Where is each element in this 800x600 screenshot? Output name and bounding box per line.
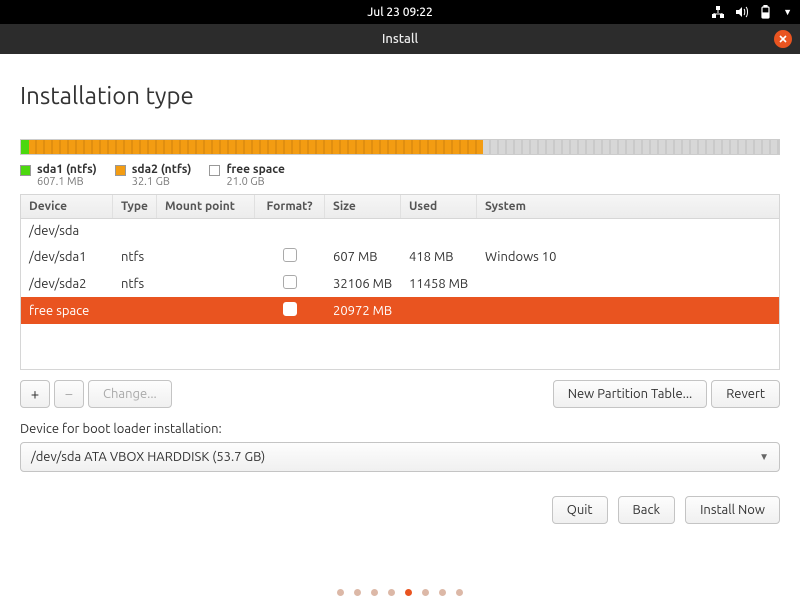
legend-label: sda2 (ntfs) <box>132 163 192 176</box>
remove-partition-button[interactable]: − <box>54 380 84 408</box>
cell-device: free space <box>21 299 113 323</box>
battery-icon[interactable] <box>759 5 773 19</box>
cell-device: /dev/sda2 <box>21 272 113 296</box>
cell-size: 607 MB <box>325 245 401 269</box>
revert-button[interactable]: Revert <box>711 380 780 408</box>
disk-seg-sda2 <box>29 140 482 154</box>
cell-used: 11458 MB <box>401 272 477 296</box>
window-close-button[interactable] <box>774 30 792 48</box>
disk-legend: sda1 (ntfs)607.1 MB sda2 (ntfs)32.1 GB fre… <box>20 163 780 188</box>
cell-system <box>477 226 779 236</box>
disk-seg-sda1 <box>21 140 29 154</box>
cell-type: ntfs <box>113 245 157 269</box>
legend-sublabel: 607.1 MB <box>37 176 97 188</box>
cell-format <box>255 243 325 270</box>
wizard-step-dots <box>0 589 800 596</box>
legend-sublabel: 21.0 GB <box>226 176 284 188</box>
boot-device-label: Device for boot loader installation: <box>20 422 780 436</box>
partition-table: Device Type Mount point Format? Size Use… <box>20 194 780 370</box>
legend-sublabel: 32.1 GB <box>132 176 192 188</box>
disk-seg-free <box>483 140 779 154</box>
new-partition-table-button[interactable]: New Partition Table... <box>553 380 708 408</box>
cell-mount <box>157 252 255 262</box>
window-title-bar: Install <box>0 24 800 54</box>
wizard-footer: Quit Back Install Now <box>20 496 780 524</box>
legend-item: free space21.0 GB <box>209 163 284 188</box>
boot-device-value: /dev/sda ATA VBOX HARDDISK (53.7 GB) <box>31 450 265 464</box>
table-row[interactable]: /dev/sda2ntfs 32106 MB11458 MB <box>21 270 779 297</box>
legend-label: free space <box>226 163 284 176</box>
table-body: /dev/sda /dev/sda1ntfs 607 MB418 MBWindow… <box>21 219 779 369</box>
cell-type <box>113 306 157 316</box>
cell-format <box>255 297 325 324</box>
format-checkbox[interactable] <box>283 275 297 289</box>
back-button[interactable]: Back <box>618 496 676 524</box>
page-title: Installation type <box>20 82 780 109</box>
cell-used <box>401 306 477 316</box>
partition-toolbar: + − Change... New Partition Table... Rev… <box>20 380 780 408</box>
add-partition-button[interactable]: + <box>20 380 50 408</box>
cell-used <box>401 226 477 236</box>
cell-type: ntfs <box>113 272 157 296</box>
table-row[interactable]: /dev/sda <box>21 219 779 243</box>
cell-system <box>477 306 779 316</box>
cell-used: 418 MB <box>401 245 477 269</box>
cell-system <box>477 279 779 289</box>
legend-swatch <box>209 165 220 176</box>
format-checkbox[interactable] <box>283 248 297 262</box>
cell-size: 20972 MB <box>325 299 401 323</box>
system-tray[interactable]: ▼ <box>711 5 792 19</box>
table-header: Device Type Mount point Format? Size Use… <box>21 195 779 219</box>
cell-mount <box>157 306 255 316</box>
cell-type <box>113 226 157 236</box>
cell-format <box>255 226 325 236</box>
volume-icon[interactable] <box>735 5 749 19</box>
change-partition-button[interactable]: Change... <box>88 380 172 408</box>
cell-format <box>255 270 325 297</box>
window-title: Install <box>382 32 418 46</box>
disk-usage-bar <box>20 139 780 155</box>
format-checkbox[interactable] <box>283 302 297 316</box>
legend-swatch <box>115 165 126 176</box>
table-row[interactable]: /dev/sda1ntfs 607 MB418 MBWindows 10 <box>21 243 779 270</box>
legend-swatch <box>20 165 31 176</box>
network-icon[interactable] <box>711 5 725 19</box>
caret-down-icon[interactable]: ▼ <box>783 7 792 17</box>
table-row[interactable]: free space 20972 MB <box>21 297 779 324</box>
cell-mount <box>157 279 255 289</box>
legend-item: sda1 (ntfs)607.1 MB <box>20 163 97 188</box>
legend-item: sda2 (ntfs)32.1 GB <box>115 163 192 188</box>
clock: Jul 23 09:22 <box>367 6 433 19</box>
system-top-bar: Jul 23 09:22 ▼ <box>0 0 800 24</box>
cell-device: /dev/sda1 <box>21 245 113 269</box>
cell-size <box>325 226 401 236</box>
boot-device-select[interactable]: /dev/sda ATA VBOX HARDDISK (53.7 GB) ▼ <box>20 442 780 472</box>
quit-button[interactable]: Quit <box>552 496 608 524</box>
cell-device: /dev/sda <box>21 219 113 243</box>
install-now-button[interactable]: Install Now <box>685 496 780 524</box>
legend-label: sda1 (ntfs) <box>37 163 97 176</box>
cell-size: 32106 MB <box>325 272 401 296</box>
cell-system: Windows 10 <box>477 245 779 269</box>
cell-mount <box>157 226 255 236</box>
caret-down-icon: ▼ <box>759 451 769 463</box>
